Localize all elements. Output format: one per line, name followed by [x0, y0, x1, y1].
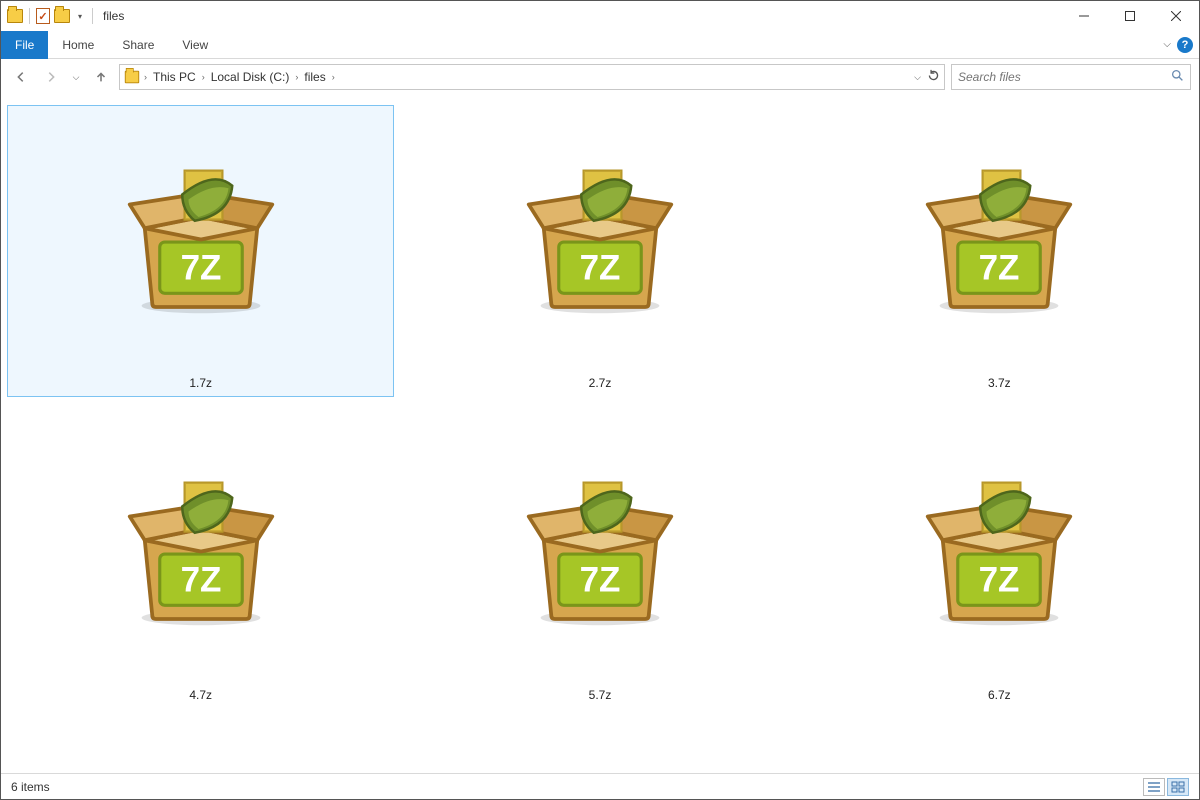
- title-bar: ✓ ▾ files: [1, 1, 1199, 31]
- archive-icon: [71, 424, 331, 684]
- breadcrumb-label: files: [304, 70, 325, 84]
- status-bar: 6 items: [1, 773, 1199, 799]
- folder-icon: [125, 71, 139, 84]
- breadcrumb[interactable]: files: [302, 70, 327, 84]
- qat-dropdown-icon[interactable]: ▾: [74, 12, 86, 21]
- maximize-button[interactable]: [1107, 1, 1153, 31]
- file-item[interactable]: 3.7z: [806, 105, 1193, 397]
- archive-icon: [470, 112, 730, 372]
- file-name-label: 5.7z: [589, 688, 612, 702]
- address-bar[interactable]: › This PC › Local Disk (C:) › files › ⌵: [119, 64, 945, 90]
- chevron-right-icon[interactable]: ›: [144, 72, 147, 82]
- help-icon[interactable]: ?: [1177, 37, 1193, 53]
- breadcrumb-label: Local Disk (C:): [211, 70, 290, 84]
- chevron-right-icon[interactable]: ›: [332, 72, 335, 82]
- breadcrumb-label: This PC: [153, 70, 196, 84]
- folder-icon: [7, 9, 23, 23]
- address-dropdown-icon[interactable]: ⌵: [914, 72, 921, 83]
- window-controls: [1061, 1, 1199, 31]
- ribbon-collapse-icon[interactable]: ⌵: [1163, 39, 1171, 50]
- file-pane[interactable]: 1.7z 2.7z 3.7z 4.7z 5.7z 6.7z: [1, 95, 1199, 773]
- archive-icon: [470, 424, 730, 684]
- search-input[interactable]: [958, 70, 1171, 84]
- chevron-right-icon[interactable]: ›: [295, 72, 298, 82]
- file-name-label: 6.7z: [988, 688, 1011, 702]
- back-button[interactable]: [9, 65, 33, 89]
- navigation-bar: ⌵ › This PC › Local Disk (C:) › files › …: [1, 59, 1199, 95]
- properties-icon[interactable]: ✓: [36, 8, 50, 24]
- item-count: 6 items: [11, 780, 50, 794]
- archive-icon: [869, 112, 1129, 372]
- file-name-label: 3.7z: [988, 376, 1011, 390]
- archive-icon: [869, 424, 1129, 684]
- refresh-button[interactable]: [927, 69, 940, 85]
- ribbon-tabs: File Home Share View ⌵ ?: [1, 31, 1199, 59]
- folder-icon[interactable]: [54, 9, 70, 23]
- file-name-label: 2.7z: [589, 376, 612, 390]
- file-name-label: 4.7z: [189, 688, 212, 702]
- file-item[interactable]: 1.7z: [7, 105, 394, 397]
- view-toggle: [1143, 778, 1189, 796]
- minimize-button[interactable]: [1061, 1, 1107, 31]
- chevron-right-icon[interactable]: ›: [202, 72, 205, 82]
- search-icon[interactable]: [1171, 69, 1184, 85]
- separator: [92, 8, 93, 24]
- close-button[interactable]: [1153, 1, 1199, 31]
- breadcrumb[interactable]: Local Disk (C:): [209, 70, 292, 84]
- file-item[interactable]: 5.7z: [406, 417, 793, 709]
- tab-view[interactable]: View: [168, 31, 222, 59]
- forward-button[interactable]: [39, 65, 63, 89]
- tab-share[interactable]: Share: [108, 31, 168, 59]
- file-item[interactable]: 6.7z: [806, 417, 1193, 709]
- file-name-label: 1.7z: [189, 376, 212, 390]
- tab-home[interactable]: Home: [48, 31, 108, 59]
- icons-view-button[interactable]: [1167, 778, 1189, 796]
- archive-icon: [71, 112, 331, 372]
- search-box[interactable]: [951, 64, 1191, 90]
- window-title: files: [103, 9, 124, 23]
- file-item[interactable]: 4.7z: [7, 417, 394, 709]
- breadcrumb[interactable]: This PC: [151, 70, 198, 84]
- up-button[interactable]: [89, 65, 113, 89]
- details-view-button[interactable]: [1143, 778, 1165, 796]
- recent-locations-icon[interactable]: ⌵: [69, 65, 83, 89]
- file-item[interactable]: 2.7z: [406, 105, 793, 397]
- quick-access-toolbar: ✓ ▾: [1, 8, 95, 24]
- separator: [29, 8, 30, 24]
- tab-file[interactable]: File: [1, 31, 48, 59]
